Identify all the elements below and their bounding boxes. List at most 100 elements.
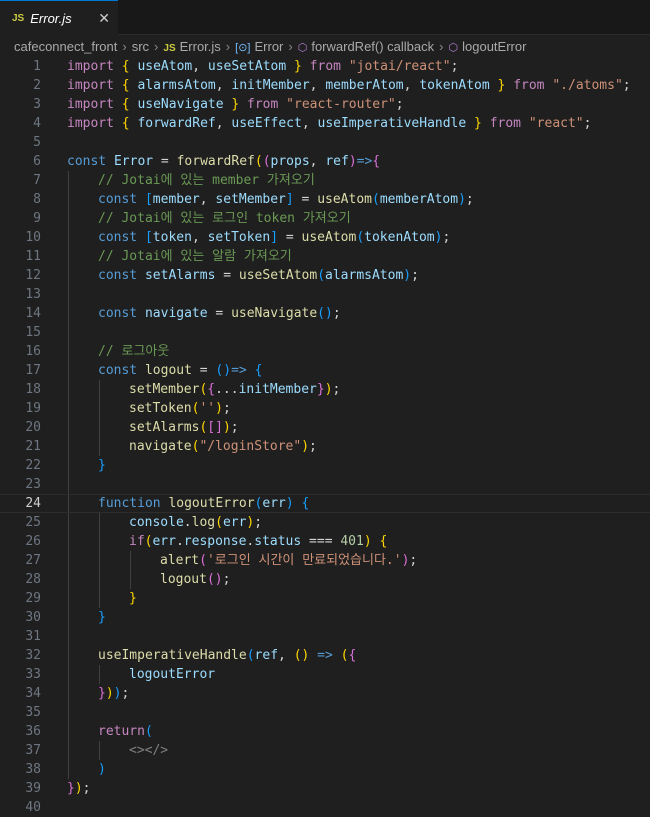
code-token: ; bbox=[332, 306, 341, 321]
code-line[interactable]: 6 const Error = forwardRef((props, ref)=>… bbox=[0, 152, 650, 171]
line-number: 18 bbox=[25, 382, 41, 397]
code-token: ( bbox=[254, 154, 263, 169]
line-number: 15 bbox=[25, 325, 41, 340]
code-line[interactable]: 34})); bbox=[0, 684, 650, 703]
code-line[interactable]: 28 logout(); bbox=[0, 570, 650, 589]
code-token: console bbox=[129, 515, 184, 530]
code-token: memberAtom bbox=[325, 78, 404, 93]
code-line[interactable]: 33 logoutError bbox=[0, 665, 650, 684]
code-line[interactable]: 36 return( bbox=[0, 722, 650, 741]
code-line[interactable]: 29} bbox=[0, 589, 650, 608]
code-token: ( bbox=[356, 230, 365, 245]
code-line[interactable]: 16 // 로그아웃 bbox=[0, 342, 650, 361]
code-content: const [member, setMember] = useAtom(memb… bbox=[67, 190, 650, 209]
code-token: ; bbox=[395, 97, 404, 112]
tab-error-js[interactable]: JS Error.js ✕ bbox=[0, 0, 118, 35]
code-line[interactable]: 5 bbox=[0, 133, 650, 152]
code-token: "jotai/react" bbox=[348, 59, 451, 74]
breadcrumb-folder-root[interactable]: cafeconnect_front bbox=[14, 39, 117, 54]
code-line[interactable]: 32 useImperativeHandle(ref, () => ({ bbox=[0, 646, 650, 665]
code-line[interactable]: 10 const [token, setToken] = useAtom(toke… bbox=[0, 228, 650, 247]
code-line[interactable]: 13 bbox=[0, 285, 650, 304]
line-number: 36 bbox=[25, 724, 41, 739]
code-line[interactable]: 11 // Jotai에 있는 알람 가져오기 bbox=[0, 247, 650, 266]
code-line[interactable]: 17 const logout = ()=> { bbox=[0, 361, 650, 380]
breadcrumb-symbol-error[interactable]: [⊙] Error bbox=[235, 39, 283, 54]
code-line[interactable]: 22} bbox=[0, 456, 650, 475]
breadcrumb-file[interactable]: JS Error.js bbox=[163, 39, 220, 54]
code-token: } bbox=[129, 591, 137, 606]
code-token: setAlarms bbox=[129, 420, 200, 435]
code-line[interactable]: 2 import { alarmsAtom, initMember, member… bbox=[0, 76, 650, 95]
code-token: setMember bbox=[215, 192, 286, 207]
code-line[interactable]: 1 import { useAtom, useSetAtom } from "jo… bbox=[0, 57, 650, 76]
code-line[interactable]: 23 bbox=[0, 475, 650, 494]
breadcrumb-symbol-forwardref[interactable]: ⬡ forwardRef() callback bbox=[298, 39, 434, 54]
code-token: ) bbox=[348, 154, 357, 169]
code-line[interactable]: 40 bbox=[0, 798, 650, 817]
indent-guide bbox=[68, 456, 69, 475]
code-token: alarmsAtom bbox=[137, 78, 216, 93]
code-token: setToken bbox=[129, 401, 192, 416]
code-line[interactable]: 24 function logoutError(err) { bbox=[0, 494, 650, 513]
code-line[interactable]: 19 setToken(''); bbox=[0, 399, 650, 418]
javascript-file-icon: JS bbox=[12, 12, 25, 24]
code-token: const bbox=[98, 363, 145, 378]
code-token: , bbox=[309, 78, 326, 93]
code-line[interactable]: 35 bbox=[0, 703, 650, 722]
chevron-right-icon: › bbox=[122, 38, 127, 54]
code-content: ) bbox=[67, 760, 650, 779]
indent-guide bbox=[130, 551, 131, 570]
code-content: const Error = forwardRef((props, ref)=>{ bbox=[67, 152, 650, 171]
code-token: // 로그아웃 bbox=[98, 344, 170, 359]
code-token: , bbox=[191, 230, 208, 245]
code-line[interactable]: 4 import { forwardRef, useEffect, useImpe… bbox=[0, 114, 650, 133]
indent-guide bbox=[99, 665, 100, 684]
code-line[interactable]: 26 if(err.response.status === 401) { bbox=[0, 532, 650, 551]
code-line[interactable]: 30} bbox=[0, 608, 650, 627]
close-icon[interactable]: ✕ bbox=[98, 10, 110, 27]
code-editor[interactable]: 1 import { useAtom, useSetAtom } from "jo… bbox=[0, 57, 650, 817]
code-content bbox=[67, 627, 650, 646]
code-line[interactable]: 14 const navigate = useNavigate(); bbox=[0, 304, 650, 323]
code-token: useAtom bbox=[137, 59, 193, 74]
line-number: 3 bbox=[33, 97, 41, 112]
code-line[interactable]: 8 const [member, setMember] = useAtom(mem… bbox=[0, 190, 650, 209]
code-line[interactable]: 38) bbox=[0, 760, 650, 779]
breadcrumb-symbol-logouterror[interactable]: ⬡ logoutError bbox=[449, 39, 527, 54]
code-line[interactable]: 25 console.log(err); bbox=[0, 513, 650, 532]
breadcrumb-folder-src[interactable]: src bbox=[132, 39, 149, 54]
code-token: logoutError bbox=[168, 496, 255, 511]
code-line[interactable]: 3 import { useNavigate } from "react-rout… bbox=[0, 95, 650, 114]
code-content: logoutError bbox=[67, 665, 650, 684]
code-token: ( bbox=[262, 154, 271, 169]
chevron-right-icon: › bbox=[439, 38, 444, 54]
code-content: logout(); bbox=[67, 570, 650, 589]
code-token: ; bbox=[450, 59, 459, 74]
code-token: { bbox=[121, 59, 138, 74]
code-token: ) bbox=[324, 382, 333, 397]
code-line[interactable]: 21 navigate("/loginStore"); bbox=[0, 437, 650, 456]
code-line[interactable]: 18 setMember({...initMember}); bbox=[0, 380, 650, 399]
line-number: 31 bbox=[25, 629, 41, 644]
code-line[interactable]: 31 bbox=[0, 627, 650, 646]
code-line[interactable]: 27 alert('로그인 시간이 만료되었습니다.'); bbox=[0, 551, 650, 570]
line-number: 14 bbox=[25, 306, 41, 321]
code-line[interactable]: 37 <></> bbox=[0, 741, 650, 760]
code-token: === bbox=[301, 534, 341, 549]
code-line[interactable]: 39}); bbox=[0, 779, 650, 798]
code-line[interactable]: 9 // Jotai에 있는 로그인 token 가져오기 bbox=[0, 209, 650, 228]
code-token: } bbox=[98, 610, 106, 625]
code-token: = bbox=[207, 306, 232, 321]
code-line[interactable]: 7 // Jotai에 있는 member 가져오기 bbox=[0, 171, 650, 190]
code-content: } bbox=[67, 608, 650, 627]
line-number: 19 bbox=[25, 401, 41, 416]
code-token: member bbox=[152, 192, 200, 207]
line-number: 10 bbox=[25, 230, 41, 245]
code-content bbox=[67, 475, 650, 494]
code-line[interactable]: 15 bbox=[0, 323, 650, 342]
code-line[interactable]: 12 const setAlarms = useSetAtom(alarmsAto… bbox=[0, 266, 650, 285]
code-token: useSetAtom bbox=[238, 268, 318, 283]
code-line[interactable]: 20 setAlarms([]); bbox=[0, 418, 650, 437]
line-number: 2 bbox=[33, 78, 41, 93]
